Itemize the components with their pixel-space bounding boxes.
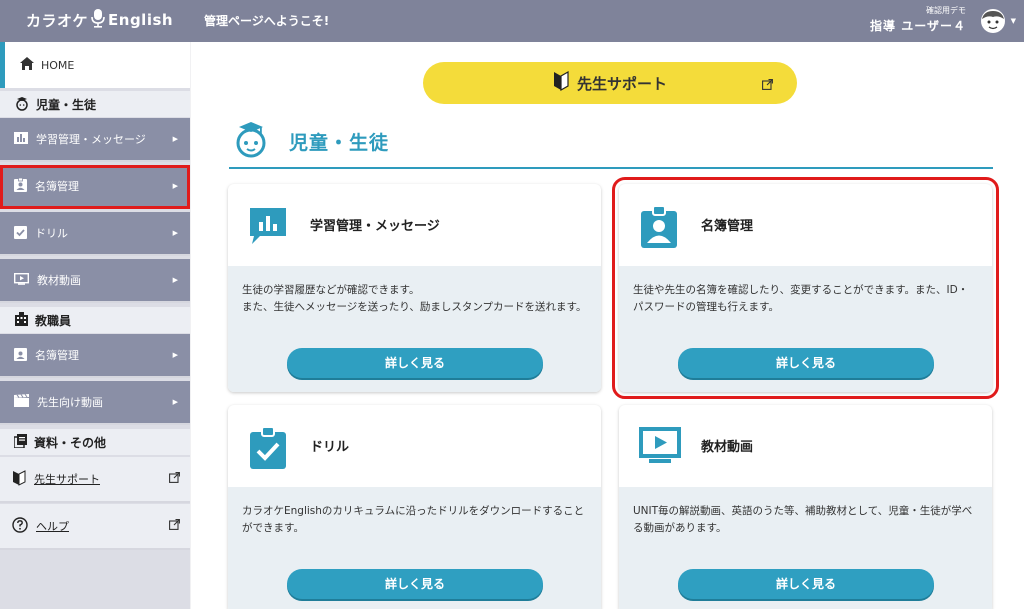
student-icon bbox=[233, 119, 269, 163]
card-description: 生徒や先生の名簿を確認したり、変更することができます。また、ID・パスワードの管… bbox=[633, 284, 969, 313]
beginner-mark-icon bbox=[553, 70, 569, 95]
external-link-icon bbox=[762, 76, 773, 94]
card-description: また、生徒へメッセージを送ったり、励ましスタンプカードを送れます。 bbox=[242, 301, 587, 313]
user-info: 確認用デモ 指導 ユーザー４ bbox=[870, 5, 966, 34]
sidebar-section-staff: 教職員 bbox=[0, 307, 190, 333]
card-title: ドリル bbox=[310, 440, 350, 455]
sidebar-item-drill[interactable]: ドリル ▶ bbox=[0, 212, 190, 256]
details-button[interactable]: 詳しく見る bbox=[287, 569, 543, 599]
details-button[interactable]: 詳しく見る bbox=[287, 348, 543, 378]
video-icon bbox=[13, 272, 30, 288]
microphone-icon bbox=[91, 8, 105, 32]
logo-text-left: カラオケ bbox=[26, 11, 89, 30]
sidebar-section-resources: 資料・その他 bbox=[0, 429, 190, 455]
user-name: 指導 ユーザー４ bbox=[870, 19, 966, 33]
details-button[interactable]: 詳しく見る bbox=[678, 348, 934, 378]
sidebar-link-label: ヘルプ bbox=[36, 520, 69, 533]
sidebar-item-label: 学習管理・メッセージ bbox=[36, 133, 146, 146]
details-button[interactable]: 詳しく見る bbox=[678, 569, 934, 599]
building-icon bbox=[14, 311, 29, 329]
main-content: 先生サポート 児童・生徒 学習管理・メッセージ 生徒の学習履歴などが確認できます… bbox=[191, 42, 1024, 609]
sidebar-home-label: HOME bbox=[41, 58, 75, 72]
student-icon bbox=[14, 95, 30, 114]
card-title: 名簿管理 bbox=[701, 219, 754, 234]
chart-icon bbox=[14, 131, 28, 147]
card-title: 教材動画 bbox=[701, 440, 754, 455]
sidebar-item-learning[interactable]: 学習管理・メッセージ ▶ bbox=[0, 118, 190, 162]
home-icon bbox=[19, 56, 35, 74]
document-icon bbox=[13, 433, 28, 451]
sidebar-section-label: 児童・生徒 bbox=[36, 97, 97, 112]
clapperboard-icon bbox=[14, 393, 29, 410]
clipboard-check-icon bbox=[248, 426, 288, 473]
chevron-down-icon[interactable]: ▼ bbox=[1011, 17, 1016, 25]
sidebar-link-teacher-support[interactable]: 先生サポート bbox=[0, 457, 190, 503]
card-description: 生徒の学習履歴などが確認できます。 bbox=[242, 284, 420, 296]
user-subtitle: 確認用デモ bbox=[926, 6, 966, 15]
card-title: 学習管理・メッセージ bbox=[310, 219, 440, 234]
sidebar-section-label: 教職員 bbox=[35, 313, 72, 328]
card-learning: 学習管理・メッセージ 生徒の学習履歴などが確認できます。 また、生徒へメッセージ… bbox=[228, 184, 601, 392]
chevron-right-icon: ▶ bbox=[172, 135, 178, 143]
id-badge-icon bbox=[639, 205, 679, 252]
teacher-support-button[interactable]: 先生サポート bbox=[423, 62, 797, 104]
sidebar-item-label: 教材動画 bbox=[37, 274, 81, 287]
chevron-right-icon: ▶ bbox=[172, 398, 178, 406]
sidebar-link-help[interactable]: ヘルプ bbox=[0, 504, 190, 550]
chart-bubble-icon bbox=[248, 206, 288, 250]
sidebar-item-staff-roster[interactable]: 名簿管理 ▶ bbox=[0, 334, 190, 378]
external-link-icon bbox=[169, 519, 180, 533]
sidebar-item-label: ドリル bbox=[35, 227, 68, 240]
sidebar-section-label: 資料・その他 bbox=[34, 435, 107, 450]
card-video: 教材動画 UNIT毎の解説動画、英語のうた等、補助教材として、児童・生徒が学べる… bbox=[619, 405, 992, 609]
card-roster: 名簿管理 生徒や先生の名簿を確認したり、変更することができます。また、ID・パス… bbox=[612, 177, 999, 399]
user-avatar-icon[interactable] bbox=[980, 8, 1006, 38]
sidebar-item-label: 名簿管理 bbox=[35, 180, 79, 193]
id-badge-icon bbox=[14, 347, 27, 364]
welcome-message: 管理ページへようこそ! bbox=[204, 14, 330, 28]
teacher-support-label: 先生サポート bbox=[576, 74, 667, 93]
section-header: 児童・生徒 bbox=[229, 115, 993, 169]
logo-text-right: English bbox=[108, 11, 174, 29]
sidebar-section-students: 児童・生徒 bbox=[0, 91, 190, 117]
beginner-mark-icon bbox=[12, 469, 26, 489]
help-icon bbox=[12, 516, 28, 536]
section-title: 児童・生徒 bbox=[289, 132, 390, 154]
clipboard-check-icon bbox=[14, 225, 27, 242]
chevron-right-icon: ▶ bbox=[172, 276, 178, 284]
sidebar-item-home[interactable]: HOME bbox=[0, 42, 190, 88]
sidebar-link-label: 先生サポート bbox=[34, 473, 100, 486]
sidebar-item-video[interactable]: 教材動画 ▶ bbox=[0, 259, 190, 303]
card-description: カラオケEnglishのカリキュラムに沿ったドリルをダウンロードすることができま… bbox=[242, 505, 585, 534]
id-badge-icon bbox=[14, 177, 27, 195]
sidebar-item-label: 先生向け動画 bbox=[37, 396, 103, 409]
video-icon bbox=[639, 427, 681, 469]
top-bar: カラオケ English 管理ページへようこそ! 確認用デモ 指導 ユーザー４ … bbox=[0, 0, 1024, 42]
external-link-icon bbox=[169, 472, 180, 486]
sidebar-item-label: 名簿管理 bbox=[35, 349, 79, 362]
card-drill: ドリル カラオケEnglishのカリキュラムに沿ったドリルをダウンロードすること… bbox=[228, 405, 601, 609]
chevron-right-icon: ▶ bbox=[172, 229, 178, 237]
sidebar: HOME 児童・生徒 学習管理・メッセージ ▶ 名簿管理 ▶ ドリル ▶ 教材動… bbox=[0, 42, 190, 609]
app-logo[interactable]: カラオケ English bbox=[26, 8, 173, 32]
chevron-right-icon: ▶ bbox=[172, 351, 178, 359]
sidebar-item-teacher-video[interactable]: 先生向け動画 ▶ bbox=[0, 381, 190, 425]
sidebar-item-roster[interactable]: 名簿管理 ▶ bbox=[0, 165, 190, 209]
chevron-right-icon: ▶ bbox=[172, 182, 178, 190]
card-description: UNIT毎の解説動画、英語のうた等、補助教材として、児童・生徒が学べる動画があり… bbox=[633, 505, 973, 534]
